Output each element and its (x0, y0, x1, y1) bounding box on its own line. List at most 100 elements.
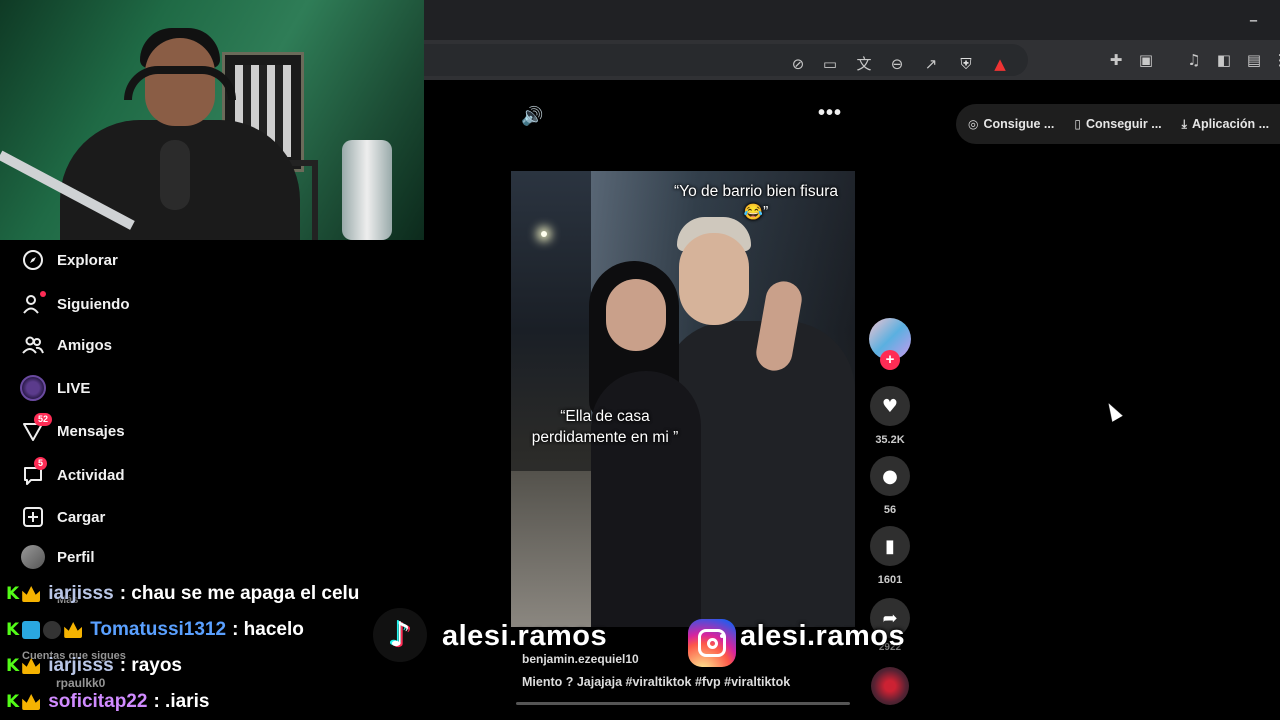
sidebar-item-amigos[interactable]: Amigos (20, 332, 112, 358)
share-icon[interactable]: ↗ (921, 54, 941, 74)
sidebar-item-explorar[interactable]: Explorar (20, 247, 118, 273)
sidebar-item-label: Mensajes (57, 422, 125, 440)
chat-message: K iarjisss : rayos (6, 654, 182, 678)
chat-username: iarjisss (48, 583, 114, 604)
no-translate-icon[interactable]: ⊘ (788, 54, 808, 74)
follow-button[interactable]: + (880, 350, 900, 370)
sidebar-item-label: Siguiendo (57, 295, 130, 313)
messages-badge: 52 (34, 413, 53, 426)
chat-username: soficitap22 (48, 691, 148, 712)
sidebar-item-actividad[interactable]: 5 Actividad (20, 457, 125, 488)
sidebar-item-label: Amigos (57, 336, 113, 354)
bookmark-icon[interactable]: ▮ (870, 526, 910, 566)
wallet-icon[interactable]: ▤ (1244, 50, 1264, 70)
chat-text: : hacelo (232, 619, 304, 640)
compass-icon (20, 247, 46, 273)
sidebar-item-label: Cargar (57, 508, 106, 526)
verified-badge-icon (22, 621, 41, 639)
video-caption-middle: “Ella de casa perdidamente en mi ” (515, 406, 695, 448)
sidebar-item-cargar[interactable]: Cargar (20, 504, 105, 530)
sidebar-item-live[interactable]: LIVE (20, 375, 90, 401)
sidebar-item-label: Actividad (57, 466, 125, 484)
caption-line: perdidamente en mi ” (531, 429, 679, 446)
caption-emoji: 😂” (743, 204, 769, 221)
sidebar-item-perfil[interactable]: Perfil (20, 544, 95, 570)
sidebar-item-siguiendo[interactable]: Siguiendo (20, 291, 130, 317)
upload-icon (20, 504, 46, 530)
tiktok-logo-icon: ♪ (373, 608, 427, 662)
chat-username: iarjisss (48, 655, 114, 676)
extensions-icon[interactable]: ✚ (1106, 50, 1126, 70)
brave-rewards-icon[interactable]: ▲ (990, 54, 1010, 74)
chat-message: K Tomatussi1312 : hacelo (6, 618, 304, 642)
brave-shield-icon[interactable]: ⛨ (956, 54, 976, 74)
sidebar-icon[interactable]: ◧ (1214, 50, 1234, 70)
street-light (541, 231, 547, 237)
chat-message: K soficitap22 : .iaris (6, 690, 209, 714)
minimize-button[interactable]: – (1249, 10, 1258, 31)
video-description: Miento ? Jajajaja #viraltiktok #fvp #vir… (522, 675, 791, 689)
microphone (160, 140, 190, 210)
translate-icon[interactable]: 文 (854, 54, 874, 74)
menu-icon[interactable]: ⋮ (1270, 50, 1280, 70)
music-disc-icon[interactable] (871, 667, 909, 705)
sidebar-item-mensajes[interactable]: 52 Mensajes (20, 413, 125, 444)
volume-icon[interactable]: 🔊 (521, 106, 543, 127)
webcam-feed (0, 0, 424, 240)
video-face-female (606, 279, 666, 351)
media-icon[interactable]: ♫ (1184, 50, 1204, 70)
chat-text: : chau se me apaga el celu (119, 583, 360, 604)
zoom-icon[interactable]: ⊖ (887, 54, 907, 74)
address-bar[interactable]: ⊘ ▭ 文 ⊖ ↗ ⛨ ▲ (424, 44, 1028, 76)
heart-icon[interactable]: ♥ (870, 386, 910, 426)
caption-line: “Ella de casa (560, 408, 650, 425)
sidebar-item-label: Explorar (57, 251, 118, 269)
desktop-app-button[interactable]: ⤓ Aplicación ... (1182, 117, 1269, 132)
save-action: ▮ 1601 (869, 526, 911, 586)
pill-label: Consigue ... (983, 117, 1055, 131)
following-icon (20, 291, 46, 317)
like-count: 35.2K (875, 434, 905, 446)
download-icon: ⤓ (1181, 116, 1187, 131)
activity-icon: 5 (20, 457, 48, 488)
crown-icon (22, 694, 41, 710)
get-app-bar: ◎ Consigue ... ▯ Conseguir ... ⤓ Aplicac… (956, 104, 1280, 144)
kick-icon: K (6, 656, 20, 676)
video-progress-bar[interactable] (516, 702, 850, 705)
chat-username: Tomatussi1312 (90, 619, 227, 640)
get-app-button[interactable]: ▯ Conseguir ... (1074, 117, 1161, 131)
video-face-male (679, 233, 749, 325)
following-account[interactable]: rpaulkk0 (56, 676, 105, 690)
friends-icon (20, 332, 46, 358)
video-caption-top: “Yo de barrio bien fisura 😂” (651, 181, 855, 223)
comment-count: 56 (883, 504, 897, 516)
phone-icon: ▯ (1074, 117, 1081, 131)
comment-icon[interactable]: ● (870, 456, 910, 496)
crown-icon (64, 622, 83, 638)
video-player[interactable]: “Yo de barrio bien fisura 😂” “Ella de ca… (511, 171, 855, 627)
more-options-icon[interactable]: ••• (818, 102, 842, 125)
skull-badge-icon (43, 621, 62, 639)
chat-text: : .iaris (153, 691, 210, 712)
browser-titlebar: – (424, 0, 1280, 40)
chat-text: : rayos (119, 655, 182, 676)
coin-icon: ◎ (968, 117, 979, 131)
tiktok-handle: alesi.ramos (442, 620, 608, 652)
video-author[interactable]: benjamin.ezequiel10 (522, 652, 639, 666)
crown-icon (22, 658, 41, 674)
save-count: 1601 (877, 574, 903, 586)
mouse-cursor-icon (1103, 400, 1123, 422)
browser-toolbar: ⊘ ▭ 文 ⊖ ↗ ⛨ ▲ ✚ ▣ ♫ ◧ ▤ ⋮ (424, 40, 1280, 80)
cast-icon[interactable]: ▭ (820, 54, 840, 74)
sidepanel-icon[interactable]: ▣ (1136, 50, 1156, 70)
comment-action: ● 56 (869, 456, 911, 516)
like-action: ♥ 35.2K (869, 386, 911, 446)
get-coins-button[interactable]: ◎ Consigue ... (968, 117, 1054, 131)
chat-message: K iarjisss : chau se me apaga el celu (6, 582, 359, 606)
pill-label: Conseguir ... (1085, 117, 1162, 131)
live-icon (20, 375, 46, 401)
notification-dot (40, 291, 46, 297)
instagram-handle: alesi.ramos (740, 620, 906, 652)
crown-icon (22, 586, 41, 602)
kick-icon: K (6, 620, 20, 640)
